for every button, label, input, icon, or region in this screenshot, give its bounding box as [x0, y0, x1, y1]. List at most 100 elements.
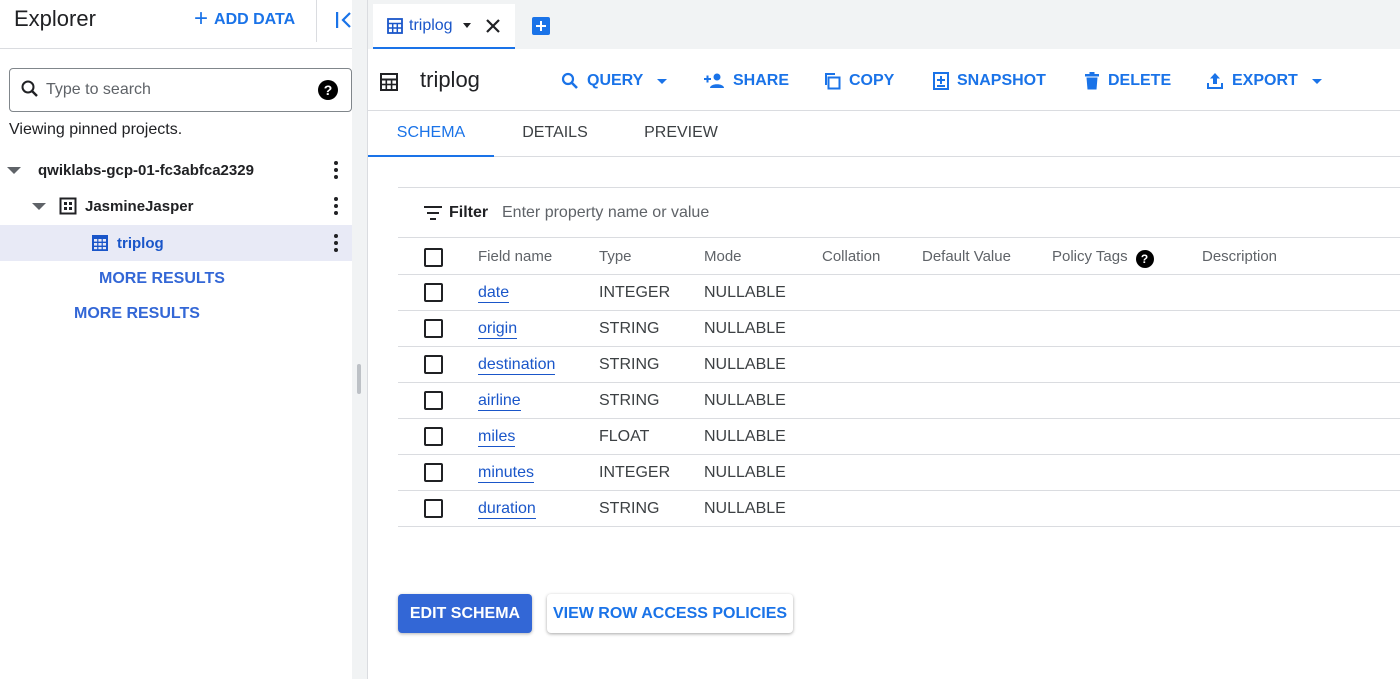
tab-menu-caret-icon[interactable]: [462, 23, 471, 28]
search-icon: [561, 72, 578, 89]
dataset-more-results-link[interactable]: MORE RESULTS: [99, 270, 225, 288]
field-type: STRING: [599, 500, 660, 517]
editor-tab-strip: triplog: [368, 0, 1400, 49]
tree-item-project[interactable]: qwiklabs-gcp-01-fc3abfca2329: [0, 152, 352, 188]
upload-icon: [1207, 73, 1223, 89]
tree-item-table[interactable]: triplog: [0, 225, 352, 261]
field-mode: NULLABLE: [704, 428, 786, 445]
column-header-policy-tags[interactable]: Policy Tags?: [1052, 248, 1154, 268]
filter-icon: [424, 206, 442, 220]
column-header-default-value[interactable]: Default Value: [922, 248, 1011, 265]
copy-button[interactable]: COPY: [823, 69, 894, 93]
delete-button[interactable]: DELETE: [1084, 69, 1171, 93]
help-icon[interactable]: ?: [318, 80, 338, 100]
field-name-link[interactable]: duration: [478, 500, 536, 519]
tree-item-dataset[interactable]: JasmineJasper: [0, 188, 352, 224]
field-mode: NULLABLE: [704, 356, 786, 373]
table-icon: [387, 17, 403, 34]
resize-grip-icon[interactable]: [357, 364, 361, 394]
close-tab-icon[interactable]: [483, 16, 503, 36]
field-type: STRING: [599, 392, 660, 409]
table-row: minutes INTEGER NULLABLE: [398, 455, 1400, 491]
add-person-icon: [704, 73, 724, 88]
field-name-link[interactable]: date: [478, 284, 510, 303]
delete-label: DELETE: [1108, 72, 1172, 89]
field-mode: NULLABLE: [704, 500, 786, 517]
select-all-checkbox[interactable]: [424, 248, 443, 267]
row-checkbox[interactable]: [424, 499, 443, 518]
field-mode: NULLABLE: [704, 464, 786, 481]
panel-resizer[interactable]: [352, 0, 368, 679]
more-actions-icon[interactable]: [332, 161, 340, 179]
field-name-link[interactable]: miles: [478, 428, 516, 447]
edit-schema-button[interactable]: EDIT SCHEMA: [398, 594, 532, 633]
field-name-link[interactable]: minutes: [478, 464, 535, 483]
column-header-type[interactable]: Type: [599, 248, 632, 265]
new-tab-icon[interactable]: [532, 17, 550, 35]
policy-tags-label: Policy Tags: [1052, 248, 1128, 265]
project-name: qwiklabs-gcp-01-fc3abfca2329: [38, 161, 254, 179]
export-button[interactable]: EXPORT: [1206, 69, 1322, 93]
tab-label: triplog: [409, 16, 453, 34]
add-data-label: ADD DATA: [214, 11, 296, 28]
row-checkbox[interactable]: [424, 427, 443, 446]
explorer-header: Explorer + ADD DATA: [0, 0, 352, 49]
row-checkbox[interactable]: [424, 463, 443, 482]
field-type: STRING: [599, 320, 660, 337]
header-divider: [316, 0, 317, 42]
tab-triplog[interactable]: triplog: [373, 4, 515, 49]
copy-label: COPY: [849, 72, 895, 89]
schema-table-header: Field name Type Mode Collation Default V…: [398, 239, 1400, 275]
project-more-results-link[interactable]: MORE RESULTS: [74, 305, 200, 323]
share-button[interactable]: SHARE: [703, 69, 789, 93]
row-checkbox[interactable]: [424, 391, 443, 410]
field-name-link[interactable]: airline: [478, 392, 521, 411]
share-label: SHARE: [733, 72, 790, 89]
row-checkbox[interactable]: [424, 319, 443, 338]
table-icon: [92, 235, 108, 251]
search-icon: [21, 80, 38, 97]
column-header-field-name[interactable]: Field name: [478, 248, 552, 265]
help-icon[interactable]: ?: [1135, 250, 1154, 268]
field-type: INTEGER: [599, 464, 671, 481]
expand-caret-icon[interactable]: [32, 202, 46, 210]
resource-toolbar: triplog QUERY SHARE COPY SNAPSHOT DELETE…: [368, 49, 1400, 111]
explorer-search: ?: [9, 68, 352, 112]
field-name-link[interactable]: origin: [478, 320, 518, 339]
schema-filter-bar: Filter: [398, 188, 1400, 238]
chevron-down-icon: [657, 78, 668, 84]
snapshot-label: SNAPSHOT: [957, 72, 1046, 89]
more-actions-icon[interactable]: [332, 197, 340, 215]
field-mode: NULLABLE: [704, 320, 786, 337]
field-type: INTEGER: [599, 284, 671, 301]
table-row: origin STRING NULLABLE: [398, 311, 1400, 347]
column-header-collation[interactable]: Collation: [822, 248, 880, 265]
row-checkbox[interactable]: [424, 355, 443, 374]
dataset-icon: [59, 197, 77, 215]
table-row: airline STRING NULLABLE: [398, 383, 1400, 419]
tab-schema[interactable]: SCHEMA: [368, 111, 494, 157]
field-name-link[interactable]: destination: [478, 356, 556, 375]
export-label: EXPORT: [1232, 72, 1298, 89]
explorer-title: Explorer: [14, 6, 96, 31]
filter-input[interactable]: [502, 201, 902, 225]
more-actions-icon[interactable]: [332, 234, 340, 252]
add-data-button[interactable]: + ADD DATA: [194, 5, 296, 32]
tab-details[interactable]: DETAILS: [512, 111, 598, 157]
expand-caret-icon[interactable]: [7, 166, 21, 174]
snapshot-button[interactable]: SNAPSHOT: [933, 69, 1046, 93]
search-input[interactable]: [46, 77, 306, 103]
tab-preview[interactable]: PREVIEW: [636, 111, 726, 157]
row-checkbox[interactable]: [424, 283, 443, 302]
column-header-description[interactable]: Description: [1202, 248, 1277, 265]
column-header-mode[interactable]: Mode: [704, 248, 742, 265]
table-row: duration STRING NULLABLE: [398, 491, 1400, 527]
bigquery-console: Explorer + ADD DATA ? Viewing pinned pro…: [0, 0, 1400, 679]
table-row: destination STRING NULLABLE: [398, 347, 1400, 383]
explorer-panel: Explorer + ADD DATA ? Viewing pinned pro…: [0, 0, 352, 679]
view-row-access-policies-button[interactable]: VIEW ROW ACCESS POLICIES: [547, 594, 793, 633]
table-row: date INTEGER NULLABLE: [398, 275, 1400, 311]
table-icon: [380, 73, 398, 91]
plus-icon: +: [194, 5, 209, 32]
query-button[interactable]: QUERY: [561, 69, 668, 93]
